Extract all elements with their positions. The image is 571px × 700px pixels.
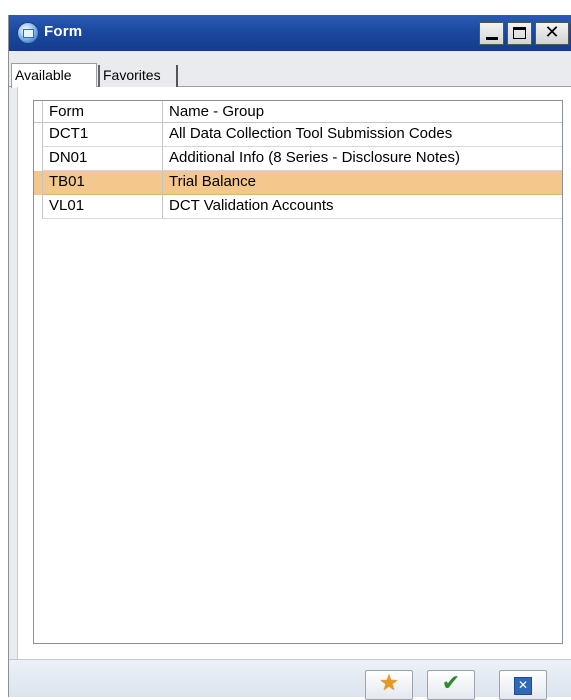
cell-name: Trial Balance	[163, 171, 562, 195]
cell-name: Additional Info (8 Series - Disclosure N…	[163, 147, 562, 171]
tab-panel: Form Name - Group DCT1 All Data Collecti…	[17, 87, 571, 659]
table-row[interactable]: DCT1 All Data Collection Tool Submission…	[34, 123, 562, 147]
cell-form: DN01	[42, 147, 163, 171]
add-favorite-button[interactable]: ★	[365, 670, 413, 700]
star-icon: ★	[379, 671, 399, 696]
close-icon: ✕	[544, 22, 560, 43]
grid-header: Form Name - Group	[34, 101, 562, 123]
close-box-icon: ✕	[514, 677, 532, 695]
maximize-icon	[513, 27, 526, 39]
window-title: Form	[44, 23, 83, 40]
button-bar: ★ ✔ ✕	[9, 659, 571, 700]
ok-button[interactable]: ✔	[427, 670, 475, 700]
tab-available[interactable]: Available	[11, 63, 97, 88]
cell-name: All Data Collection Tool Submission Code…	[163, 123, 562, 147]
title-bar[interactable]: Form ✕	[9, 15, 571, 51]
minimize-button[interactable]	[479, 22, 504, 45]
table-row[interactable]: DN01 Additional Info (8 Series - Disclos…	[34, 147, 562, 171]
checkmark-icon: ✔	[441, 671, 461, 696]
column-header-name-group[interactable]: Name - Group	[163, 101, 562, 122]
minimize-icon	[486, 37, 498, 40]
tab-favorites[interactable]: Favorites	[98, 65, 178, 87]
app-icon	[17, 22, 39, 44]
cell-name: DCT Validation Accounts	[163, 195, 562, 219]
table-row-selected[interactable]: TB01 Trial Balance	[34, 171, 562, 195]
cell-form: VL01	[42, 195, 163, 219]
column-header-form[interactable]: Form	[42, 101, 163, 122]
maximize-button[interactable]	[507, 22, 532, 45]
cell-form: TB01	[42, 171, 163, 195]
close-button[interactable]: ✕	[535, 22, 569, 45]
tab-strip: Available Favorites	[9, 63, 571, 88]
cancel-button[interactable]: ✕	[499, 670, 547, 700]
cell-form: DCT1	[42, 123, 163, 147]
form-grid[interactable]: Form Name - Group DCT1 All Data Collecti…	[33, 100, 563, 644]
table-row[interactable]: VL01 DCT Validation Accounts	[34, 195, 562, 219]
form-window: Form ✕ Available Favorites Form Name - G…	[8, 15, 571, 700]
